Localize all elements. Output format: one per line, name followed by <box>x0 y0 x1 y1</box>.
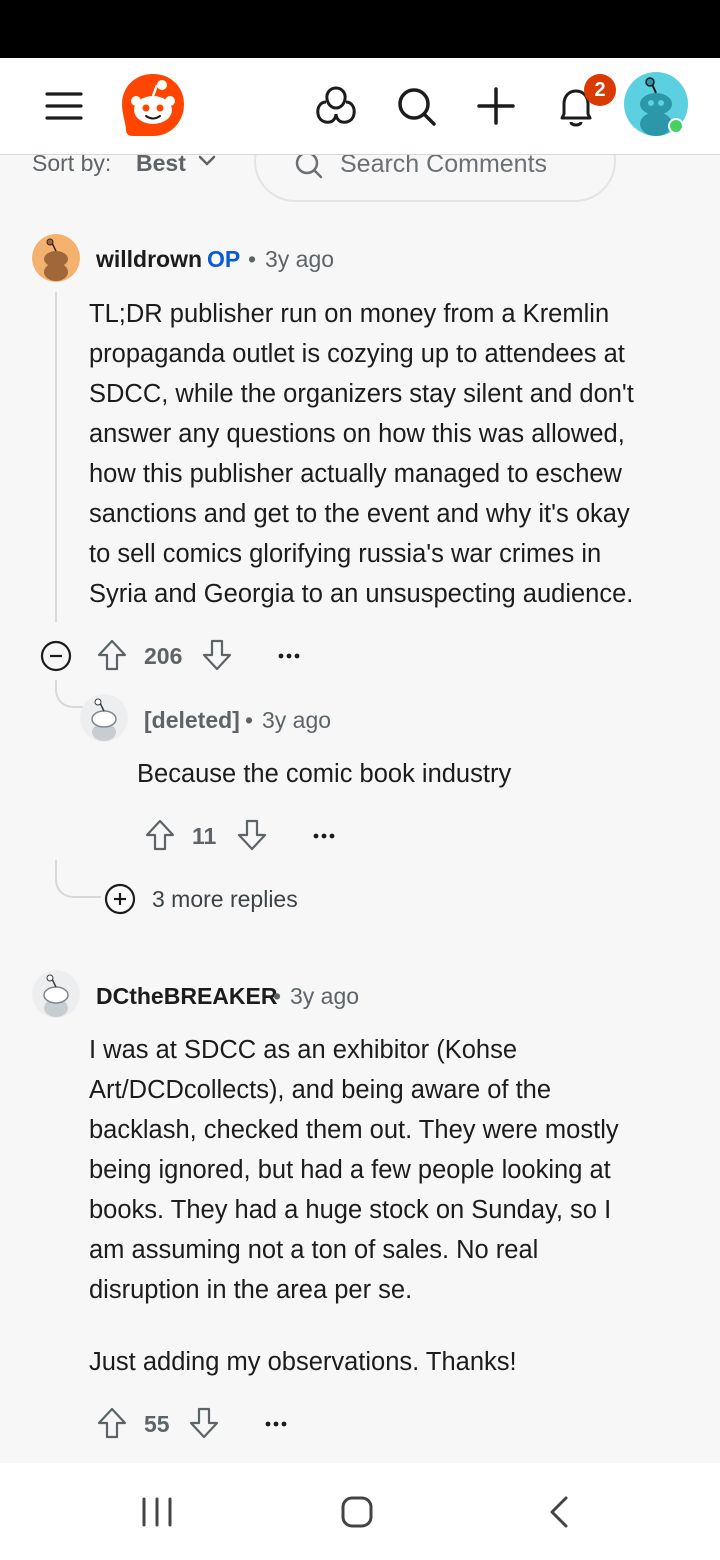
upvote-icon[interactable] <box>96 1406 128 1440</box>
top-app-bar: 2 <box>0 58 720 155</box>
communities-icon[interactable] <box>314 84 358 128</box>
comment-avatar[interactable] <box>32 234 80 282</box>
reply-avatar[interactable] <box>80 694 128 742</box>
system-navigation-bar <box>0 1463 720 1560</box>
comment-avatar[interactable] <box>32 970 80 1018</box>
create-icon[interactable] <box>476 86 516 126</box>
comments-list: willdrown OP • 3y ago TL;DR publisher ru… <box>0 210 720 1463</box>
more-options-icon[interactable] <box>276 646 302 666</box>
separator-dot: • <box>245 707 254 733</box>
op-badge: OP <box>207 246 241 272</box>
comment-body: I was at SDCC as an exhibitor (Kohse Art… <box>89 1036 619 1376</box>
downvote-icon[interactable] <box>188 1406 220 1440</box>
comment-time: 3y ago <box>290 983 360 1009</box>
collapse-icon[interactable] <box>40 640 72 672</box>
recent-apps-icon[interactable] <box>140 1496 174 1528</box>
reddit-logo[interactable] <box>120 72 186 138</box>
comment-author[interactable]: DCtheBREAKER <box>96 983 277 1010</box>
more-replies-connector <box>55 860 101 898</box>
comment-author[interactable]: willdrown <box>96 246 202 273</box>
reply-time: 3y ago <box>262 707 332 733</box>
comment-time: 3y ago <box>265 246 335 272</box>
reply-more-options-icon[interactable] <box>311 826 337 846</box>
upvote-icon[interactable] <box>96 638 128 672</box>
reply-author: [deleted] <box>144 707 240 733</box>
chevron-down-icon[interactable] <box>197 154 217 173</box>
more-options-icon[interactable] <box>263 1414 289 1434</box>
search-comments-icon <box>294 150 324 185</box>
search-icon[interactable] <box>396 86 438 128</box>
separator-dot: • <box>248 246 257 272</box>
vote-count: 206 <box>144 643 183 669</box>
status-bar <box>0 0 720 58</box>
back-icon[interactable] <box>546 1495 572 1529</box>
menu-icon[interactable] <box>44 86 84 126</box>
expand-replies-icon[interactable] <box>104 883 136 915</box>
reply-upvote-icon[interactable] <box>144 818 176 852</box>
reply-connector <box>55 680 83 708</box>
online-status-dot <box>668 118 684 134</box>
reply-downvote-icon[interactable] <box>236 818 268 852</box>
vote-count: 55 <box>144 1411 170 1437</box>
reply-body: Because the comic book industry <box>137 760 512 788</box>
comment-body: TL;DR publisher run on money from a Krem… <box>89 300 634 608</box>
more-replies-link[interactable]: 3 more replies <box>152 886 298 913</box>
notification-badge: 2 <box>584 74 616 106</box>
separator-dot: • <box>273 983 282 1009</box>
reply-vote-count: 11 <box>192 823 217 849</box>
downvote-icon[interactable] <box>201 638 233 672</box>
thread-line[interactable] <box>55 292 57 622</box>
home-icon[interactable] <box>340 1495 374 1529</box>
